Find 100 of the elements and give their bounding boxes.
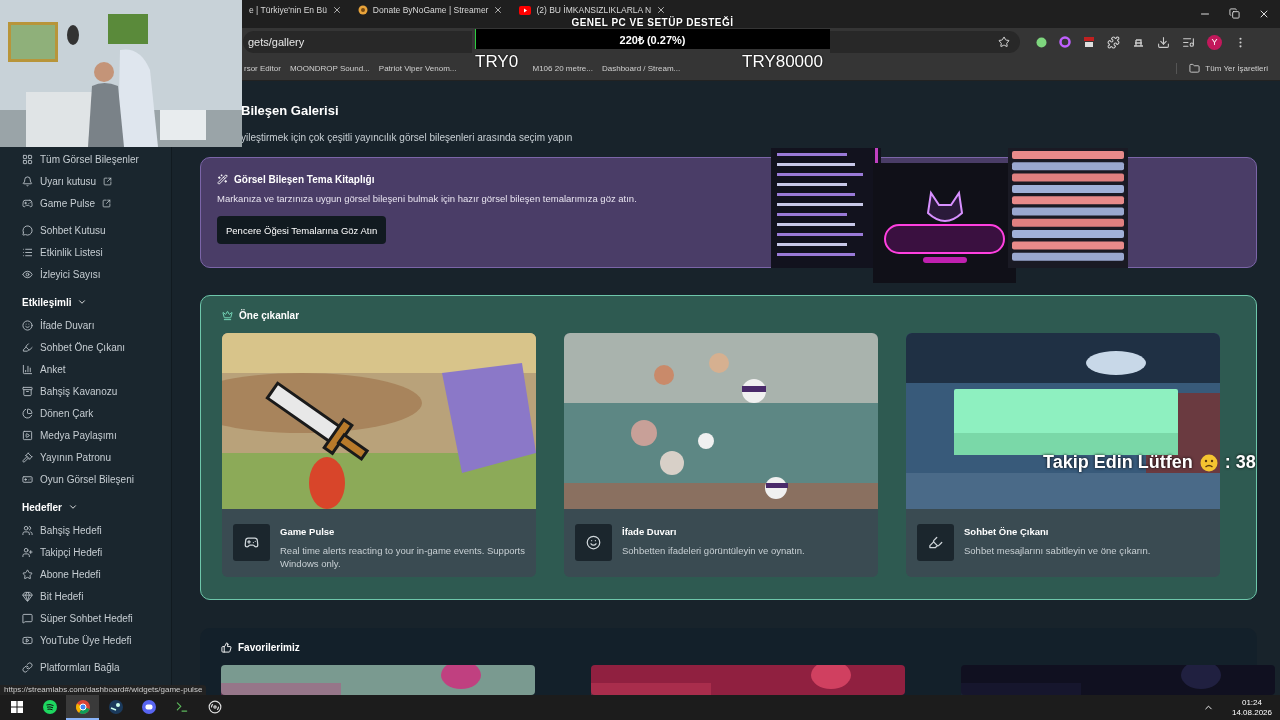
sidebar-item-icon bbox=[22, 175, 33, 187]
sidebar-item[interactable]: Süper Sohbet Hedefi bbox=[22, 607, 171, 629]
page-subtitle: yileştirmek için çok çeşitli yayıncılık görsel bileşenleri arasında seçim yapın bbox=[241, 132, 574, 143]
sidebar-item-label: Tüm Görsel Bileşenler bbox=[40, 153, 139, 165]
clock[interactable]: 01:24 14.08.2026 bbox=[1231, 697, 1272, 718]
section-header[interactable]: Etkileşimli bbox=[22, 290, 171, 314]
bookmark[interactable]: MOONDROP Sound... bbox=[289, 63, 370, 73]
bookmark[interactable]: Dashboard / Stream... bbox=[601, 63, 681, 73]
sidebar-item-icon bbox=[22, 153, 33, 165]
profile-avatar[interactable]: Y bbox=[1207, 34, 1222, 50]
widget-icon bbox=[917, 523, 954, 561]
browse-themes-button[interactable]: Pencere Öğesi Temalarına Göz Atın bbox=[217, 216, 387, 244]
extension-icon[interactable] bbox=[1036, 36, 1047, 48]
sidebar-item[interactable]: Bahşiş Hedefi bbox=[22, 519, 171, 541]
widget-title: İfade Duvarı bbox=[622, 525, 678, 537]
widget-card[interactable]: İfade Duvarı Sohbetten ifadeleri görüntüleyin ve oynatın. bbox=[564, 332, 878, 577]
media-icon[interactable] bbox=[1182, 35, 1195, 49]
browser-tab[interactable]: (2) BU İMKANSIZLIKLARLA N bbox=[513, 3, 673, 17]
caret-icon bbox=[68, 502, 78, 512]
sidebar-item-icon bbox=[22, 407, 33, 419]
taskbar-app[interactable] bbox=[66, 695, 99, 720]
browser-tab[interactable]: e | Türkiye'nin En Bü bbox=[243, 3, 348, 17]
sidebar-item-icon bbox=[22, 385, 33, 397]
link-icon bbox=[22, 661, 33, 673]
sidebar-item-label: Uyarı kutusu bbox=[40, 175, 97, 187]
goal-progress-text: 220₺ (0.27%) bbox=[618, 33, 687, 47]
goal-title: GENEL PC VE SETÜP DESTEĞİ bbox=[570, 17, 735, 28]
sidebar-item-label: Medya Paylaşımı bbox=[40, 429, 117, 441]
caret-icon bbox=[77, 297, 88, 307]
download-icon[interactable] bbox=[1157, 35, 1170, 49]
extension-icon[interactable] bbox=[1083, 36, 1095, 48]
sidebar-item-icon bbox=[22, 429, 33, 441]
sidebar-item[interactable]: Game Pulse bbox=[22, 192, 171, 214]
restore-icon[interactable] bbox=[1229, 8, 1240, 19]
play-icon bbox=[519, 5, 532, 15]
sidebar-item[interactable]: Bit Hedefi bbox=[22, 585, 171, 607]
sidebar-item[interactable]: Tüm Görsel Bileşenler bbox=[22, 148, 171, 170]
close-icon[interactable] bbox=[656, 5, 667, 15]
star-icon bbox=[998, 36, 1010, 48]
follow-count: : 38 bbox=[1224, 452, 1256, 473]
sidebar-item-icon bbox=[22, 524, 33, 536]
extension-icon[interactable] bbox=[1059, 36, 1071, 48]
bookmark[interactable]: rsor Editor bbox=[244, 63, 281, 73]
sidebar-item[interactable]: Anket bbox=[22, 358, 171, 380]
section-title: Favorilerimiz bbox=[238, 642, 300, 653]
sidebar-item-label: İzleyici Sayısı bbox=[40, 268, 101, 280]
sidebar-item[interactable]: YouTube Üye Hedefi bbox=[22, 629, 171, 651]
bookmark[interactable]: Patriot Viper Venom... bbox=[378, 63, 457, 73]
crown-icon bbox=[222, 309, 233, 321]
page-title: Bileşen Galerisi bbox=[241, 103, 340, 118]
status-url: https://streamlabs.com/dashboard#/widgets/game-pulse bbox=[0, 685, 207, 695]
sidebar-item-icon bbox=[22, 224, 33, 236]
recorder-icon bbox=[207, 699, 222, 714]
close-icon[interactable] bbox=[1258, 8, 1270, 20]
sidebar-item[interactable]: Sohbet Öne Çıkanı bbox=[22, 336, 171, 358]
terminal-icon bbox=[174, 699, 189, 714]
bookmark-star-button[interactable] bbox=[830, 31, 1020, 53]
sidebar-item-label: İfade Duvarı bbox=[40, 319, 95, 331]
banner-description: Markanıza ve tarzınıza uygun görsel bileşeni bulmak için hazır görsel bileşen temalarımıza göz atın. bbox=[217, 193, 638, 204]
section-title: Öne çıkanlar bbox=[239, 309, 300, 321]
sidebar-item[interactable]: İzleyici Sayısı bbox=[22, 263, 171, 285]
section-title: Hedefler bbox=[22, 501, 62, 513]
widget-title: Game Pulse bbox=[280, 525, 336, 537]
game-store-icon bbox=[108, 699, 123, 714]
puzzle-icon[interactable] bbox=[1107, 35, 1120, 49]
sidebar-item[interactable]: Platformları Bağla bbox=[22, 656, 171, 678]
close-icon[interactable] bbox=[331, 5, 342, 15]
sidebar-item-label: Bit Hedefi bbox=[40, 590, 84, 602]
widget-description: Sohbet mesajlarını sabitleyin ve öne çıkarın. bbox=[964, 544, 1151, 558]
sidebar-item[interactable]: İfade Duvarı bbox=[22, 314, 171, 336]
sidebar-item[interactable]: Uyarı kutusu bbox=[22, 170, 171, 192]
sidebar-item-icon bbox=[22, 197, 33, 209]
address-bar[interactable]: gets/gallery bbox=[243, 31, 472, 53]
sidebar-item[interactable]: Etkinlik Listesi bbox=[22, 241, 171, 263]
browser-tab[interactable]: Donate ByNoGame | Streamer bbox=[351, 3, 510, 17]
sidebar-item[interactable]: Takipçi Hedefi bbox=[22, 541, 171, 563]
sidebar-item-icon bbox=[22, 451, 33, 463]
sidebar-item[interactable]: Dönen Çark bbox=[22, 402, 171, 424]
sidebar-item[interactable]: Medya Paylaşımı bbox=[22, 424, 171, 446]
sidebar-item-icon bbox=[22, 268, 33, 280]
widget-card[interactable]: Game Pulse Real time alerts reacting to your in-game events. Supports Windows only. bbox=[222, 332, 536, 577]
section-header[interactable]: Hedefler bbox=[22, 495, 171, 519]
sidebar-item[interactable]: Yayının Patronu bbox=[22, 446, 171, 468]
sidebar-item-label: Sohbet Öne Çıkanı bbox=[40, 341, 126, 353]
sidebar-item-label: Game Pulse bbox=[40, 197, 96, 209]
sidebar-item-icon bbox=[22, 546, 33, 558]
sidebar-item-label: YouTube Üye Hedefi bbox=[40, 634, 132, 646]
sidebar-item-icon bbox=[22, 473, 33, 485]
sidebar-item-icon bbox=[22, 363, 33, 375]
close-icon[interactable] bbox=[493, 5, 504, 15]
widget-description: Real time alerts reacting to your in-game events. Supports Windows only. bbox=[280, 544, 525, 571]
sidebar-item[interactable]: Bahşiş Kavanozu bbox=[22, 380, 171, 402]
sidebar-item[interactable]: Sohbet Kutusu bbox=[22, 219, 171, 241]
sidebar-item-label: Dönen Çark bbox=[40, 407, 94, 419]
sidebar-item[interactable]: Abone Hedefi bbox=[22, 563, 171, 585]
bookmark[interactable]: M106 20 metre... bbox=[532, 63, 593, 73]
all-bookmarks[interactable]: Tüm Yer İşaretleri bbox=[1176, 62, 1268, 74]
sidebar-item[interactable]: Oyun Görsel Bileşeni bbox=[22, 468, 171, 490]
sidebar-item-icon bbox=[22, 319, 33, 331]
widget-title: Sohbet Öne Çıkanı bbox=[964, 525, 1050, 537]
